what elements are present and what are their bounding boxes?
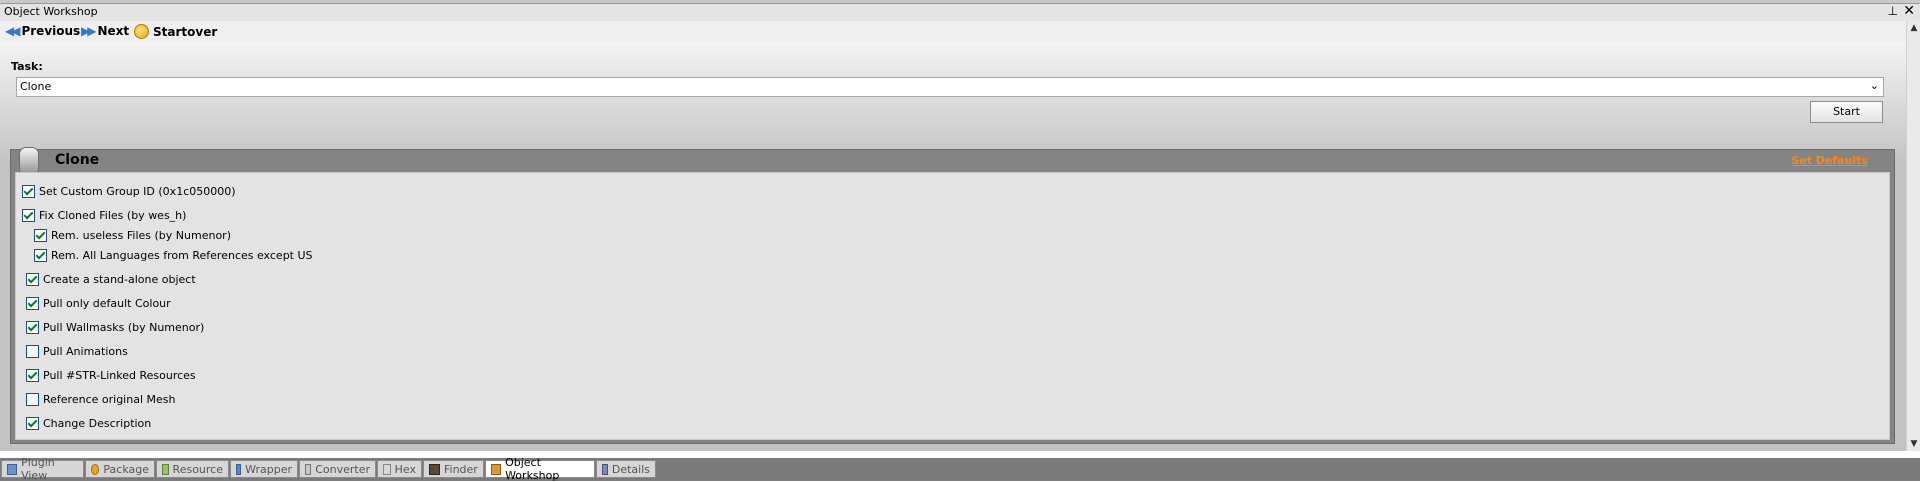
startover-button[interactable]: Startover bbox=[134, 24, 217, 39]
close-icon[interactable]: ✕ bbox=[1903, 3, 1915, 19]
option-checkbox[interactable] bbox=[26, 297, 39, 310]
option-checkbox[interactable] bbox=[22, 185, 35, 198]
tab-plugin-view[interactable]: Plugin View bbox=[1, 456, 84, 482]
tab-label: Finder bbox=[444, 462, 478, 476]
option-row[interactable]: Change Description bbox=[26, 417, 151, 430]
binoculars-icon bbox=[429, 463, 440, 475]
wizard-nav: ◀◀ Previous ▶▶ Next Startover bbox=[0, 21, 1906, 42]
startover-label: Startover bbox=[153, 24, 218, 39]
option-row[interactable]: Fix Cloned Files (by wes_h) bbox=[22, 209, 186, 222]
tab-label: Wrapper bbox=[245, 462, 292, 476]
option-row[interactable]: Reference original Mesh bbox=[26, 393, 175, 406]
panel-title: Object Workshop bbox=[4, 5, 98, 18]
option-checkbox[interactable] bbox=[34, 229, 47, 242]
pin-icon[interactable]: ⊥ bbox=[1888, 4, 1898, 18]
option-row[interactable]: Pull #STR-Linked Resources bbox=[26, 369, 196, 382]
tab-label: Package bbox=[103, 462, 149, 476]
hex-icon bbox=[383, 463, 391, 475]
set-defaults-link[interactable]: Set Defaults bbox=[1791, 154, 1868, 167]
tab-label: Resource bbox=[172, 462, 223, 476]
option-label: Reference original Mesh bbox=[43, 393, 176, 406]
resource-icon bbox=[162, 463, 169, 475]
clone-group: Clone Set Defaults Set Custom Group ID (… bbox=[10, 147, 1895, 444]
option-checkbox[interactable] bbox=[26, 321, 39, 334]
option-row[interactable]: Rem. All Languages from References excep… bbox=[34, 249, 313, 262]
tab-details[interactable]: Details bbox=[596, 460, 656, 478]
chevron-down-icon[interactable]: ⌄ bbox=[1870, 79, 1879, 92]
tab-label: Converter bbox=[315, 462, 370, 476]
tab-package[interactable]: Package bbox=[85, 460, 155, 478]
forward-arrows-icon: ▶▶ bbox=[81, 24, 97, 38]
workshop-icon bbox=[491, 463, 502, 475]
option-label: Change Description bbox=[43, 417, 152, 430]
option-checkbox[interactable] bbox=[26, 273, 39, 286]
package-icon bbox=[91, 463, 100, 475]
next-button[interactable]: ▶▶ Next bbox=[81, 24, 129, 38]
sun-icon bbox=[134, 24, 149, 39]
option-label: Create a stand-alone object bbox=[43, 273, 196, 286]
option-checkbox[interactable] bbox=[26, 393, 39, 406]
option-label: Rem. useless Files (by Numenor) bbox=[51, 229, 231, 242]
panel-title-bar: Object Workshop ⊥ ✕ bbox=[0, 3, 1920, 22]
tab-label: Plugin View bbox=[21, 456, 55, 482]
option-row[interactable]: Set Custom Group ID (0x1c050000) bbox=[22, 185, 236, 198]
option-checkbox[interactable] bbox=[26, 345, 39, 358]
back-arrows-icon: ◀◀ bbox=[5, 24, 21, 38]
option-checkbox[interactable] bbox=[34, 249, 47, 262]
tab-label: Details bbox=[611, 462, 650, 476]
tab-object-workshop[interactable]: Object Workshop bbox=[485, 456, 595, 482]
option-label: Pull Animations bbox=[43, 345, 128, 358]
tab-converter[interactable]: Converter bbox=[299, 460, 376, 478]
group-title: Clone bbox=[55, 152, 100, 168]
option-label: Set Custom Group ID (0x1c050000) bbox=[39, 185, 236, 198]
option-checkbox[interactable] bbox=[26, 417, 39, 430]
option-row[interactable]: Pull Animations bbox=[26, 345, 128, 358]
scroll-up-icon[interactable]: ▲ bbox=[1907, 21, 1920, 35]
task-select-value: Clone bbox=[20, 80, 52, 93]
option-checkbox[interactable] bbox=[22, 209, 35, 222]
plugin-icon bbox=[7, 463, 18, 475]
option-label: Rem. All Languages from References excep… bbox=[51, 249, 313, 262]
start-button[interactable]: Start bbox=[1810, 101, 1883, 123]
option-row[interactable]: Rem. useless Files (by Numenor) bbox=[34, 229, 231, 242]
option-row[interactable]: Create a stand-alone object bbox=[26, 273, 196, 286]
scroll-down-icon[interactable]: ▼ bbox=[1907, 437, 1920, 451]
clone-icon bbox=[19, 147, 39, 173]
wrapper-icon bbox=[236, 463, 242, 475]
tab-resource[interactable]: Resource bbox=[156, 460, 229, 478]
tab-label: Hex bbox=[394, 462, 416, 476]
option-row[interactable]: Pull Wallmasks (by Numenor) bbox=[26, 321, 204, 334]
option-row[interactable]: Pull only default Colour bbox=[26, 297, 171, 310]
option-label: Pull Wallmasks (by Numenor) bbox=[43, 321, 205, 334]
document-tab-bar: Plugin View Package Resource Wrapper Con… bbox=[0, 456, 1920, 482]
option-label: Fix Cloned Files (by wes_h) bbox=[39, 209, 187, 222]
options-panel: Set Custom Group ID (0x1c050000) Fix Clo… bbox=[15, 172, 1890, 440]
group-header: Clone Set Defaults bbox=[11, 147, 1894, 173]
task-label: Task: bbox=[11, 60, 43, 73]
tab-label: Object Workshop bbox=[505, 456, 560, 482]
option-label: Pull only default Colour bbox=[43, 297, 171, 310]
task-select[interactable]: Clone ⌄ bbox=[16, 77, 1884, 97]
previous-button[interactable]: ◀◀ Previous bbox=[5, 24, 80, 38]
tab-hex[interactable]: Hex bbox=[377, 460, 422, 478]
previous-label: Previous bbox=[21, 24, 81, 38]
details-icon bbox=[602, 463, 608, 475]
vertical-scrollbar[interactable]: ▲ ▼ bbox=[1906, 21, 1920, 451]
tab-wrapper[interactable]: Wrapper bbox=[230, 460, 298, 478]
tab-finder[interactable]: Finder bbox=[423, 460, 484, 478]
option-label: Pull #STR-Linked Resources bbox=[43, 369, 196, 382]
option-checkbox[interactable] bbox=[26, 369, 39, 382]
converter-icon bbox=[305, 463, 312, 475]
next-label: Next bbox=[97, 24, 130, 38]
